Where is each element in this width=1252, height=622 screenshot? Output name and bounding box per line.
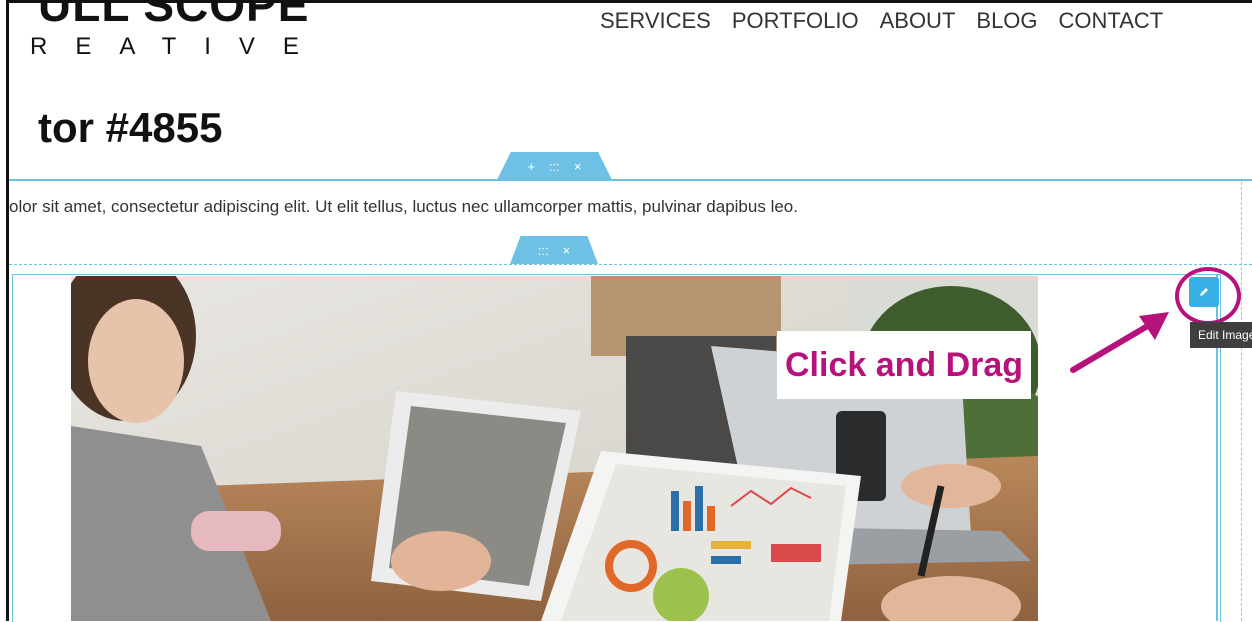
close-column-icon[interactable]: × [563,243,571,258]
page-title: tor #4855 [38,104,223,151]
nav-about[interactable]: ABOUT [880,8,956,34]
nav-blog[interactable]: BLOG [976,8,1037,34]
office-photo[interactable] [71,276,1038,621]
site-logo-subtitle: REATIVE [30,33,327,60]
column-outline [9,264,1252,265]
site-logo[interactable]: ULL SCOPE [38,0,309,32]
close-section-icon[interactable]: × [574,159,582,174]
instruction-callout: Click and Drag [777,331,1032,399]
highlight-ring [1175,267,1241,325]
text-paragraph[interactable]: olor sit amet, consectetur adipiscing el… [9,197,798,217]
edit-image-tooltip: Edit Image [1190,322,1252,348]
nav-portfolio[interactable]: PORTFOLIO [732,8,859,34]
annotation-arrow-icon [1070,312,1169,373]
add-section-icon[interactable]: + [527,159,535,174]
main-nav: SERVICES PORTFOLIO ABOUT BLOG CONTACT [600,8,1163,34]
drag-column-icon[interactable]: ::: [538,243,549,258]
section-handle[interactable]: + ::: × [497,152,612,180]
nav-contact[interactable]: CONTACT [1059,8,1164,34]
section-outline [9,179,1252,181]
frame-border-left [6,0,9,621]
nav-services[interactable]: SERVICES [600,8,711,34]
drag-section-icon[interactable]: ::: [549,159,560,174]
column-guide [1241,182,1242,621]
column-handle[interactable]: ::: × [510,236,598,264]
